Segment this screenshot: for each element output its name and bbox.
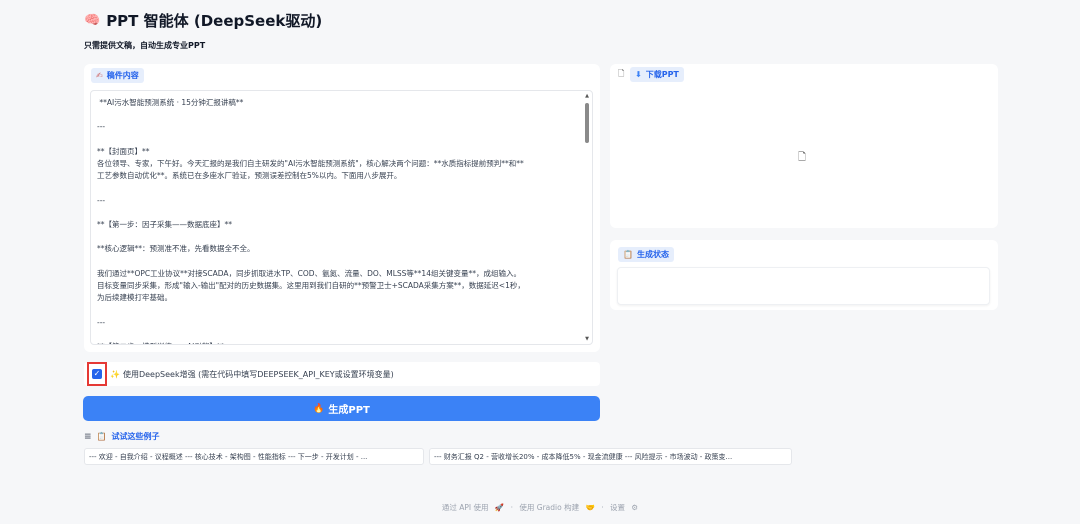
sparkle-icon: ✨: [110, 370, 120, 379]
footer-gradio-link[interactable]: 使用 Gradio 构建: [519, 503, 579, 512]
list-icon: ≡: [84, 431, 92, 442]
footer-api-link[interactable]: 通过 API 使用: [442, 503, 489, 512]
pen-icon: ✍: [96, 71, 103, 80]
gear-icon[interactable]: ⚙: [631, 503, 638, 512]
footer-separator: ·: [601, 503, 604, 512]
download-chip: ⬇ 下载PPT: [630, 67, 684, 82]
draft-chip: ✍ 稿件内容: [91, 68, 144, 83]
deepseek-checkbox[interactable]: ✓: [92, 369, 102, 379]
download-panel: [610, 64, 998, 228]
scroll-down-arrow-icon[interactable]: ▼: [585, 336, 589, 342]
page-title: 🧠 PPT 智能体 (DeepSeek驱动): [84, 10, 322, 31]
generate-ppt-button[interactable]: 🔥 生成PPT: [83, 396, 600, 421]
deepseek-label-text[interactable]: 使用DeepSeek增强 (需在代码中填写DEEPSEEK_API_KEY或设置…: [123, 369, 394, 380]
deepseek-checkbox-highlight[interactable]: ✓: [87, 362, 107, 386]
rocket-icon: 🚀: [494, 503, 505, 512]
status-chip-label: 生成状态: [636, 250, 669, 259]
download-icon: ⬇: [635, 70, 642, 79]
examples-header: ≡ 📋 试试这些例子: [84, 431, 160, 442]
examples-label: 试试这些例子: [111, 432, 160, 441]
status-chip: 📋 生成状态: [618, 247, 674, 262]
example-item[interactable]: --- 财务汇报 Q2 - 营收增长20% - 成本降低5% - 现金流健康 -…: [429, 448, 792, 465]
handshake-icon: 🤝: [585, 503, 595, 512]
footer-settings-link[interactable]: 设置: [610, 503, 625, 512]
footer-separator: ·: [510, 503, 514, 512]
clipboard-icon: 📋: [96, 432, 107, 441]
scroll-thumb[interactable]: [585, 103, 589, 143]
fire-icon: 🔥: [313, 403, 325, 414]
header: 🧠 PPT 智能体 (DeepSeek驱动): [84, 10, 322, 31]
page-subtitle: 只需提供文稿，自动生成专业PPT: [84, 41, 206, 50]
file-icon: 🗋: [618, 69, 625, 78]
draft-textarea[interactable]: **AI污水智能预测系统 · 15分钟汇报讲稿** --- **【封面页】** …: [90, 90, 593, 345]
empty-file-icon: 🗋: [798, 152, 807, 163]
brain-icon: 🧠: [84, 13, 101, 28]
page-title-text: PPT 智能体 (DeepSeek驱动): [106, 12, 323, 30]
deepseek-label[interactable]: ✨ 使用DeepSeek增强 (需在代码中填写DEEPSEEK_API_KEY或…: [110, 369, 394, 380]
example-item[interactable]: --- 欢迎 - 自我介绍 - 议程概述 --- 核心技术 - 架构图 - 性能…: [84, 448, 424, 465]
footer: 通过 API 使用 🚀 · 使用 Gradio 构建 🤝 · 设置 ⚙: [0, 502, 1080, 513]
draft-chip-label: 稿件内容: [106, 71, 139, 80]
generate-ppt-label: 生成PPT: [328, 405, 370, 416]
draft-text: **AI污水智能预测系统 · 15分钟汇报讲稿** --- **【封面页】** …: [97, 98, 525, 344]
download-chip-label: 下载PPT: [645, 70, 679, 79]
status-output: [617, 267, 990, 305]
clipboard-icon: 📋: [623, 250, 633, 259]
scroll-up-arrow-icon[interactable]: ▲: [585, 93, 589, 99]
